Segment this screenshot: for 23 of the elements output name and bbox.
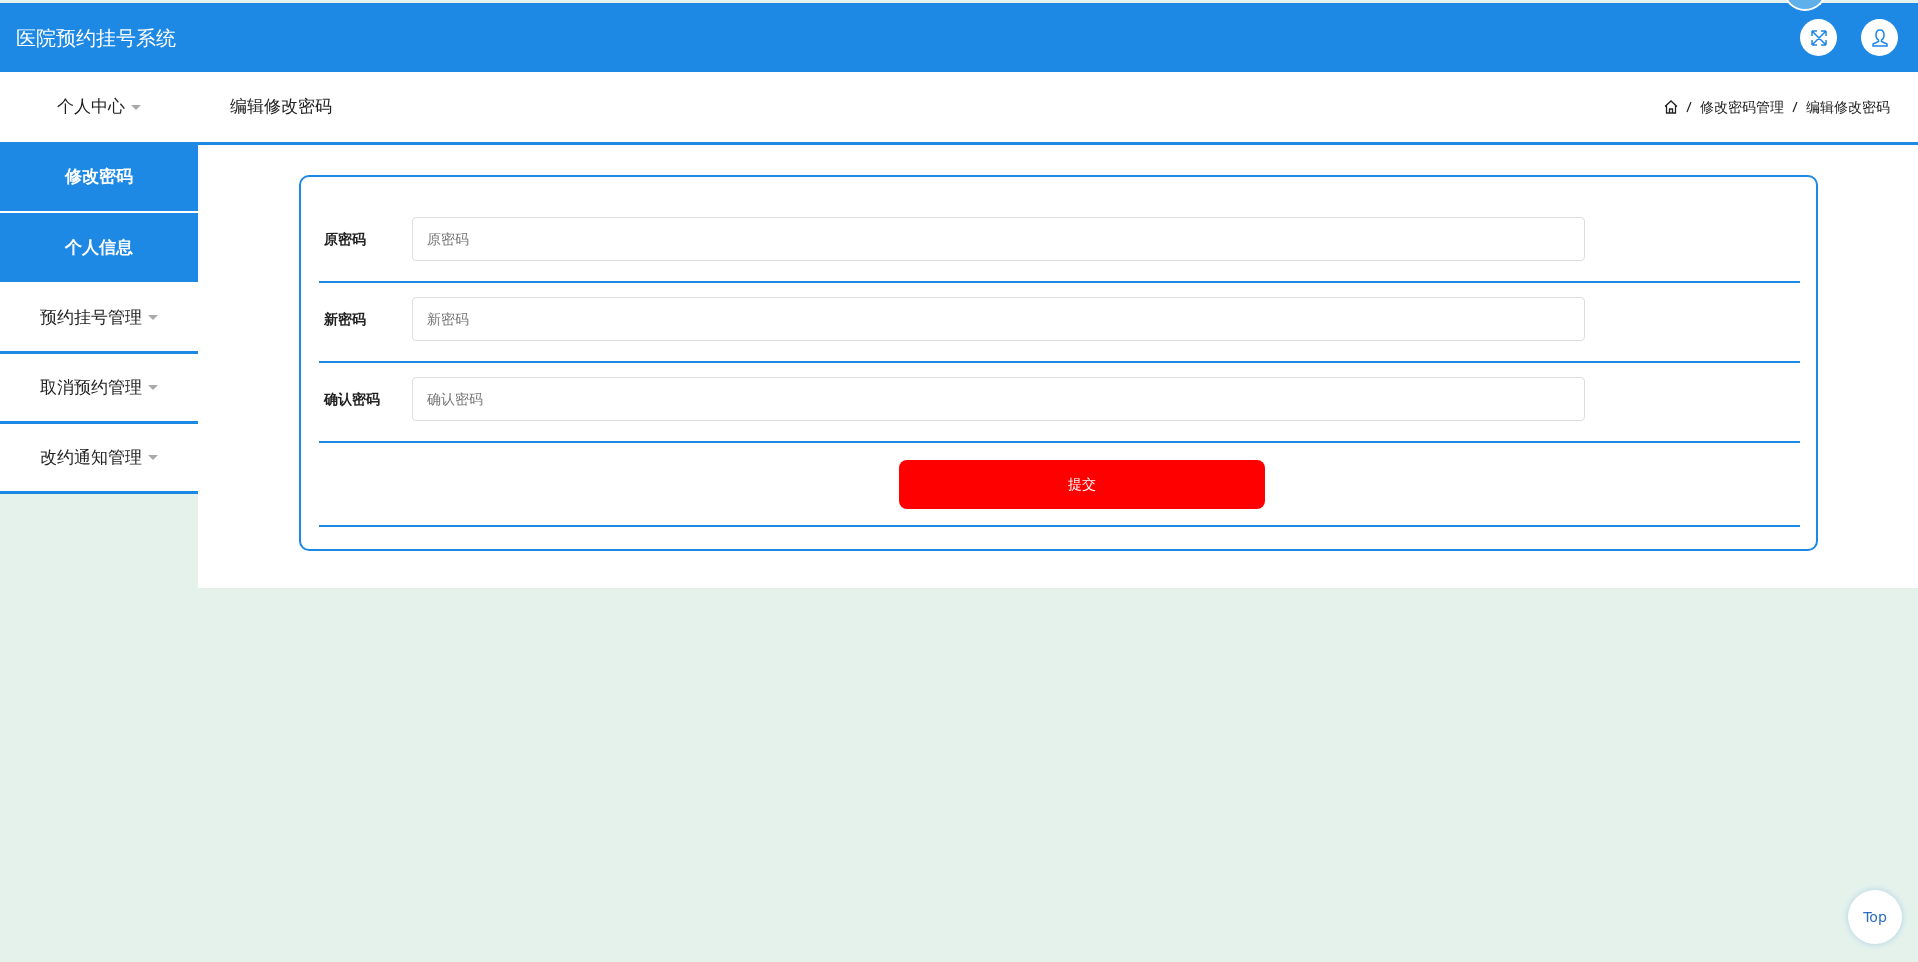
page-title: 编辑修改密码 <box>230 95 332 119</box>
app-title: 医院预约挂号系统 <box>16 24 176 52</box>
separator-icon <box>1686 101 1692 113</box>
user-icon[interactable] <box>1861 19 1898 56</box>
caret-icon <box>131 104 141 110</box>
field-label: 新密码 <box>323 309 367 329</box>
input-field[interactable]: 原密码 <box>412 217 1585 261</box>
breadcrumb-item[interactable]: 修改密码管理 <box>1700 96 1784 118</box>
submenu-item[interactable]: 个人信息 <box>0 213 198 282</box>
field-label: 原密码 <box>323 229 367 249</box>
back-to-top-button[interactable]: Top <box>1848 890 1902 944</box>
field-label: 确认密码 <box>322 389 381 409</box>
fullscreen-icon[interactable] <box>1800 19 1837 56</box>
caret-icon <box>148 315 158 320</box>
separator-icon <box>1792 101 1798 113</box>
submit-button[interactable]: 提交 <box>899 459 1265 509</box>
caret-icon <box>148 455 158 460</box>
input-field[interactable]: 新密码 <box>412 297 1585 341</box>
submenu-item[interactable]: 修改密码 <box>0 142 198 211</box>
breadcrumb-item: 编辑修改密码 <box>1806 97 1890 117</box>
input-field[interactable]: 确认密码 <box>412 377 1585 421</box>
caret-icon <box>148 385 158 390</box>
home-icon[interactable] <box>1664 100 1678 114</box>
